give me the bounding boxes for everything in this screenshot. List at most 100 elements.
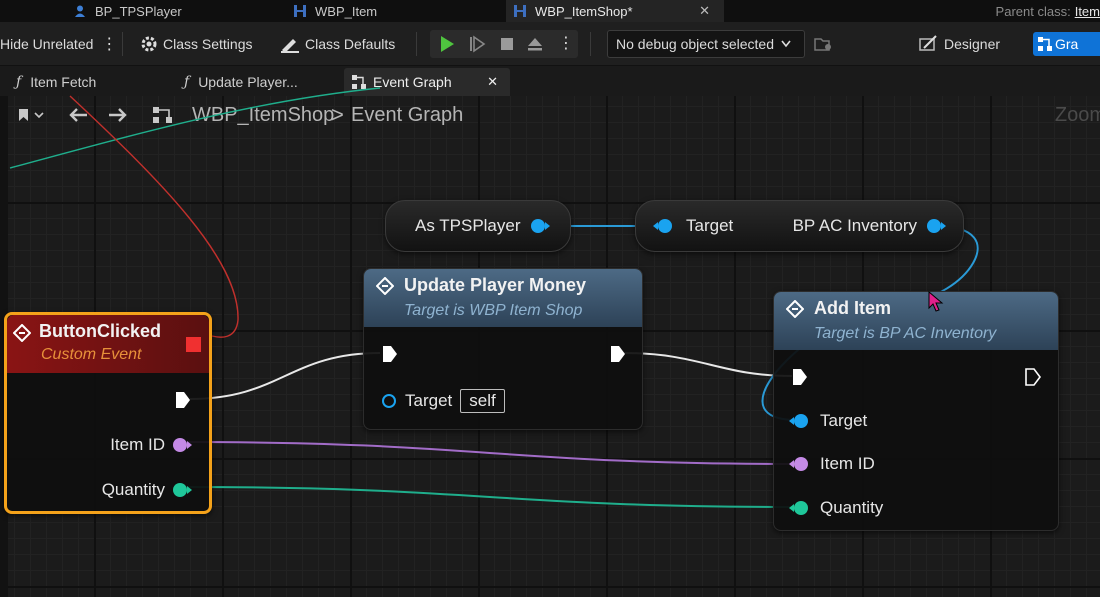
quantity-pin[interactable]: Quantity <box>102 480 192 500</box>
debug-object-value: No debug object selected <box>616 36 774 52</box>
exec-out-pin-icon[interactable] <box>1025 368 1041 386</box>
pin-label: Target <box>405 391 453 410</box>
bp-ac-inventory-getter-node[interactable]: Target BP AC Inventory <box>635 200 964 252</box>
graph-icon <box>153 107 172 123</box>
gear-icon <box>141 36 157 52</box>
struct-pin-icon[interactable] <box>789 501 808 515</box>
object-pin-icon[interactable] <box>927 219 946 233</box>
exec-out-pin-icon[interactable] <box>175 391 191 409</box>
character-icon <box>75 5 85 17</box>
doc-tab-label: BP_TPSPlayer <box>95 3 182 19</box>
object-pin-empty-icon[interactable] <box>382 394 396 408</box>
debug-object-select[interactable]: No debug object selected <box>607 30 805 58</box>
target-pin[interactable]: Target <box>789 411 868 431</box>
more-options-icon[interactable]: ⋮ <box>101 34 117 54</box>
object-pin-icon[interactable] <box>530 219 550 233</box>
doc-tab-wbp-itemshop[interactable]: WBP_ItemShop* ✕ <box>506 0 724 22</box>
breadcrumb-root-label: WBP_ItemShop <box>192 103 335 126</box>
tab-update-player[interactable]: ƒ Update Player... <box>184 68 298 96</box>
class-defaults-label: Class Defaults <box>305 36 396 52</box>
exec-out-pin-icon[interactable] <box>610 345 626 363</box>
edit-defaults-icon <box>281 39 299 53</box>
tab-event-graph[interactable]: Event Graph ✕ <box>344 68 510 96</box>
add-item-node[interactable]: Add Item Target is BP AC Inventory Targe… <box>773 291 1059 531</box>
toolbar-divider <box>416 32 417 56</box>
as-tpsplayer-output[interactable]: As TPSPlayer <box>415 216 550 236</box>
function-diamond-icon <box>786 300 804 318</box>
widget-blueprint-icon <box>294 5 306 17</box>
breadcrumb-current: Event Graph <box>351 96 463 134</box>
close-icon[interactable]: ✕ <box>487 74 498 90</box>
delegate-pin-icon[interactable] <box>186 337 201 352</box>
node-header: Add Item Target is BP AC Inventory <box>774 292 1058 350</box>
graph-mode-button[interactable]: Gra <box>1033 32 1100 56</box>
function-diamond-icon <box>376 277 394 295</box>
pin-label: Item ID <box>820 454 875 473</box>
breadcrumb-current-label: Event Graph <box>351 103 464 126</box>
eject-icon[interactable] <box>526 35 544 53</box>
designer-button[interactable]: Designer <box>918 22 1000 66</box>
tab-label: Event Graph <box>373 74 452 90</box>
integer-pin-icon[interactable] <box>173 438 192 452</box>
breadcrumb: WBP_ItemShop > Event Graph Zoom <box>8 96 1100 134</box>
class-settings-label: Class Settings <box>163 36 253 52</box>
widget-blueprint-icon <box>514 5 526 17</box>
hide-unrelated-button[interactable]: Hide Unrelated ⋮ <box>0 22 117 66</box>
self-value-field[interactable]: self <box>460 389 505 413</box>
target-pin[interactable]: Target <box>653 216 734 236</box>
breadcrumb-separator: > <box>331 96 344 134</box>
quantity-pin[interactable]: Quantity <box>789 498 883 518</box>
breadcrumb-root[interactable]: WBP_ItemShop <box>192 96 334 134</box>
parent-class-label: Parent class: <box>995 3 1071 19</box>
as-tpsplayer-node[interactable]: As TPSPlayer <box>385 200 571 252</box>
pin-label: As TPSPlayer <box>415 216 521 235</box>
zoom-label: Zoom <box>1054 103 1100 126</box>
step-icon[interactable] <box>468 35 486 53</box>
stop-icon[interactable] <box>498 35 516 53</box>
class-defaults-button[interactable]: Class Defaults <box>280 22 395 66</box>
pin-label: Item ID <box>110 435 165 454</box>
item-id-pin[interactable]: Item ID <box>110 435 192 455</box>
doc-tab-bp-tpsplayer[interactable]: BP_TPSPlayer <box>74 0 274 22</box>
exec-in-pin-icon[interactable] <box>382 345 398 363</box>
node-subtitle: Custom Event <box>41 346 142 363</box>
pin-label: Target <box>686 216 734 235</box>
tab-label: Item Fetch <box>30 74 97 90</box>
object-pin-icon[interactable] <box>789 414 808 428</box>
graph-icon <box>1038 37 1052 51</box>
object-pin-icon[interactable] <box>653 219 672 233</box>
close-icon[interactable]: ✕ <box>699 3 710 19</box>
debug-folder-icon[interactable] <box>814 36 832 52</box>
node-subtitle: Target is BP AC Inventory <box>814 325 997 342</box>
doc-tab-wbp-item[interactable]: WBP_Item <box>294 0 494 22</box>
mouse-cursor-icon <box>928 291 944 312</box>
toolbar-divider <box>122 32 123 56</box>
target-pin[interactable]: Target self <box>382 389 505 413</box>
bookmark-icon[interactable] <box>18 108 44 122</box>
bp-ac-inventory-output[interactable]: BP AC Inventory <box>793 216 946 236</box>
play-icon[interactable] <box>438 35 456 53</box>
node-title: Update Player Money <box>404 275 587 295</box>
document-tab-bar: BP_TPSPlayer WBP_Item WBP_ItemShop* ✕ Pa… <box>0 0 1100 22</box>
back-arrow-icon[interactable] <box>68 107 88 123</box>
tab-label: Update Player... <box>198 74 298 90</box>
designer-icon <box>919 35 937 51</box>
node-header: ButtonClicked Custom Event <box>7 315 209 373</box>
node-subtitle: Target is WBP Item Shop <box>404 302 583 319</box>
update-player-money-node[interactable]: Update Player Money Target is WBP Item S… <box>363 268 643 430</box>
parent-class-link[interactable]: Item <box>1075 4 1100 19</box>
exec-in-pin-icon[interactable] <box>792 368 808 386</box>
event-graph-icon <box>352 75 366 89</box>
class-settings-button[interactable]: Class Settings <box>140 22 252 66</box>
tab-item-fetch[interactable]: ƒ Item Fetch <box>16 68 96 96</box>
integer-pin-icon[interactable] <box>789 457 808 471</box>
pin-label: Target <box>820 411 868 430</box>
play-controls: ⋮ <box>430 30 578 58</box>
forward-arrow-icon[interactable] <box>108 107 128 123</box>
function-icon: ƒ <box>16 74 22 90</box>
button-clicked-event-node[interactable]: ButtonClicked Custom Event Item ID Quant… <box>4 312 212 514</box>
item-id-pin[interactable]: Item ID <box>789 454 875 474</box>
struct-pin-icon[interactable] <box>173 483 192 497</box>
play-options-icon[interactable]: ⋮ <box>558 33 574 53</box>
designer-label: Designer <box>944 36 1001 52</box>
